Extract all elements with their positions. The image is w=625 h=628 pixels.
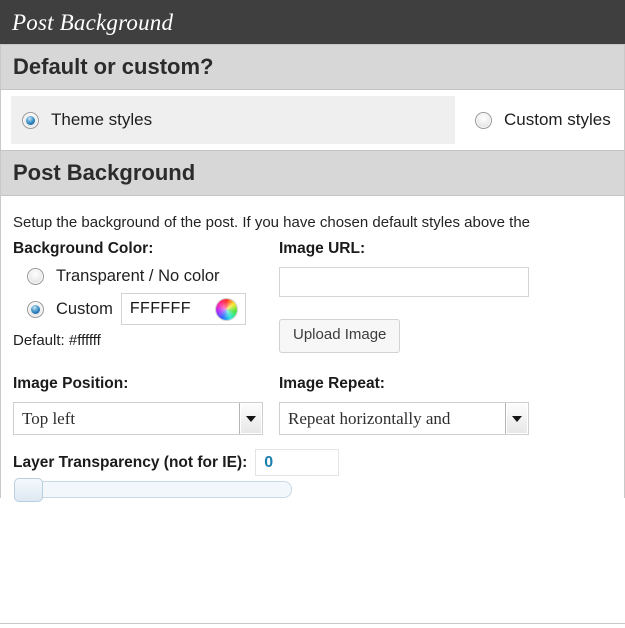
slider-handle[interactable] (14, 478, 43, 503)
image-url-input[interactable] (279, 267, 529, 298)
section-header-default-or-custom: Default or custom? (1, 44, 624, 91)
image-position-select[interactable]: Top left (13, 402, 263, 436)
radio-transparent-icon[interactable] (27, 268, 44, 286)
background-form: Background Color: Transparent / No color… (1, 240, 624, 503)
background-color-and-image-url-row: Background Color: Transparent / No color… (13, 240, 624, 354)
section-header-post-background: Post Background (1, 150, 624, 197)
radio-option-theme-styles[interactable]: Theme styles (11, 96, 455, 145)
image-repeat-label: Image Repeat: (279, 375, 385, 393)
background-color-group: Background Color: Transparent / No color… (13, 240, 279, 349)
image-position-group: Image Position: Top left (13, 375, 279, 436)
image-url-group: Image URL: Upload Image (279, 240, 624, 354)
radio-option-custom-styles[interactable]: Custom styles (471, 96, 611, 144)
radio-custom-styles-icon[interactable] (475, 111, 492, 129)
layer-transparency-label: Layer Transparency (not for IE): (13, 453, 248, 471)
window-titlebar: Post Background (0, 0, 625, 44)
layer-transparency-value: 0 (264, 453, 274, 471)
section-heading-text-post-background: Post Background (13, 160, 196, 186)
custom-color-value[interactable]: FFFFFF (130, 300, 191, 318)
image-position-repeat-row: Image Position: Top left Image Repeat: R… (13, 375, 624, 436)
radio-custom-color-icon[interactable] (27, 300, 44, 318)
layer-transparency-slider[interactable] (14, 478, 292, 503)
settings-panel: Default or custom? Theme styles Custom s… (0, 44, 625, 624)
radio-custom-styles-label: Custom styles (504, 110, 611, 130)
image-repeat-group: Image Repeat: Repeat horizontally and (279, 375, 529, 436)
chevron-down-icon-repeat[interactable] (505, 403, 528, 435)
radio-theme-styles-icon[interactable] (22, 111, 39, 129)
image-repeat-select[interactable]: Repeat horizontally and (279, 402, 529, 436)
image-position-selected-value: Top left (22, 408, 76, 428)
color-wheel-icon[interactable] (215, 298, 237, 320)
section-heading-text: Default or custom? (13, 54, 214, 79)
background-color-option-custom[interactable]: Custom FFFFFF (13, 293, 279, 326)
custom-color-field[interactable]: FFFFFF (120, 293, 246, 326)
default-color-note: Default: #ffffff (13, 332, 101, 350)
style-mode-radio-group: Theme styles Custom styles (1, 90, 624, 151)
image-url-label: Image URL: (279, 240, 366, 258)
upload-image-button[interactable]: Upload Image (279, 319, 401, 354)
radio-custom-color-label: Custom (56, 299, 113, 318)
chevron-down-icon[interactable] (239, 403, 262, 435)
bottom-divider (0, 623, 625, 624)
layer-transparency-value-field[interactable]: 0 (255, 449, 340, 477)
image-position-label: Image Position: (13, 375, 129, 393)
layer-transparency-row: Layer Transparency (not for IE): 0 (13, 449, 624, 477)
page-title: Post Background (12, 9, 174, 35)
image-repeat-selected-value: Repeat horizontally and (288, 408, 451, 428)
background-color-label: Background Color: (13, 240, 154, 258)
radio-theme-styles-label: Theme styles (51, 110, 153, 130)
radio-transparent-label: Transparent / No color (56, 267, 220, 286)
background-color-option-transparent[interactable]: Transparent / No color (13, 267, 279, 286)
section-description: Setup the background of the post. If you… (13, 214, 531, 232)
